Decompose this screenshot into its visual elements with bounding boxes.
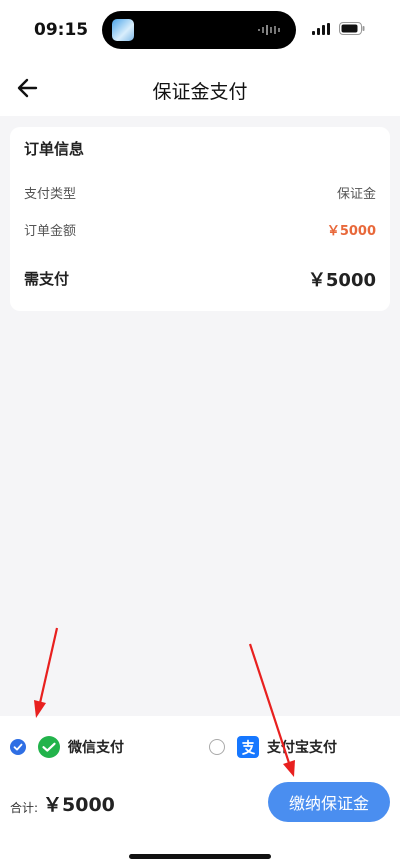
alipay-radio[interactable]	[209, 739, 225, 755]
alipay-option[interactable]: 支付宝支付	[209, 734, 389, 760]
wechat-pay-icon	[38, 736, 60, 758]
page-title: 保证金支付	[152, 81, 248, 103]
total-amount: ￥5000	[43, 794, 115, 816]
amount-due-row: 需支付 ￥5000	[24, 268, 376, 294]
app-thumbnail-icon	[112, 19, 134, 41]
payment-panel: 微信支付 支付宝支付 合计: ￥5000 缴纳保证金	[0, 716, 400, 867]
alipay-icon	[237, 736, 259, 758]
total-label: 合计:	[10, 801, 39, 815]
order-info-card: 订单信息 支付类型 保证金 订单金额 ￥5000 需支付 ￥5000	[10, 127, 390, 311]
wechat-radio[interactable]	[10, 739, 26, 755]
payment-type-value: 保证金	[336, 187, 376, 202]
home-indicator	[129, 854, 271, 859]
signal-icon	[312, 23, 330, 35]
payment-type-label: 支付类型	[24, 187, 77, 202]
status-bar: 09:15	[0, 0, 400, 58]
order-amount-row: 订单金额 ￥5000	[24, 220, 376, 242]
alipay-label: 支付宝支付	[267, 740, 337, 756]
dynamic-island	[102, 11, 296, 49]
audio-wave-icon	[258, 25, 280, 35]
battery-icon	[339, 22, 365, 35]
checkmark-icon	[13, 743, 23, 751]
wechat-pay-option[interactable]: 微信支付	[10, 734, 190, 760]
screen: 09:15 保证金支付 订单信息 支付类型 保证金 订单金额 ￥5000 需支付…	[0, 0, 400, 867]
annotation-arrow-left	[34, 627, 59, 718]
amount-due-value: ￥5000	[307, 270, 376, 291]
order-amount-value: ￥5000	[326, 224, 376, 239]
wechat-pay-label: 微信支付	[68, 740, 124, 756]
amount-due-label: 需支付	[24, 270, 70, 288]
pay-deposit-button[interactable]: 缴纳保证金	[268, 782, 390, 822]
status-time: 09:15	[34, 20, 89, 40]
order-amount-label: 订单金额	[24, 224, 77, 239]
payment-type-row: 支付类型 保证金	[24, 183, 376, 205]
order-info-title: 订单信息	[24, 140, 85, 158]
nav-bar: 保证金支付	[0, 58, 400, 116]
